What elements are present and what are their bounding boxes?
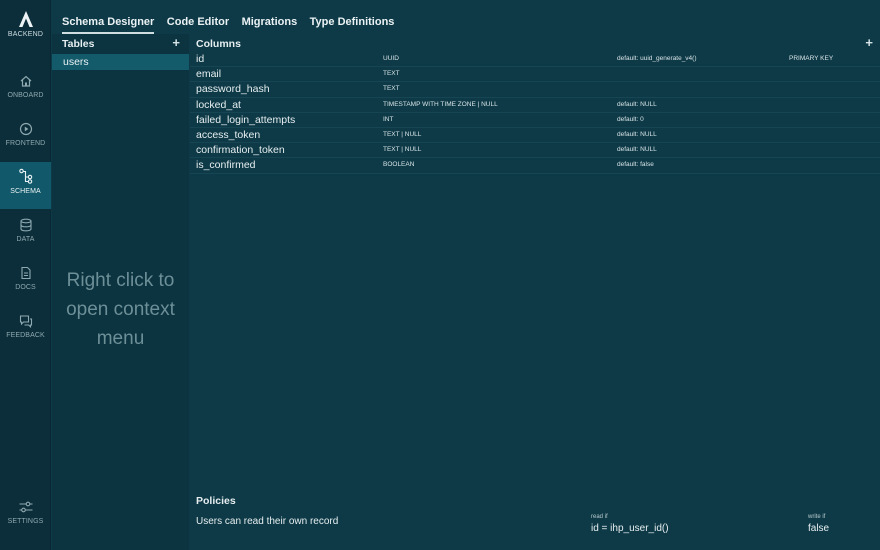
home-icon [20, 75, 31, 87]
nav-item-label: SCHEMA [10, 188, 41, 195]
column-name: is_confirmed [196, 159, 256, 172]
backend-logo[interactable]: BACKEND [0, 8, 51, 38]
column-type: INT [383, 115, 394, 123]
column-name: confirmation_token [196, 144, 285, 157]
tab-type-definitions[interactable]: Type Definitions [310, 16, 395, 32]
tab-schema-designer[interactable]: Schema Designer [62, 16, 155, 34]
document-icon [20, 266, 31, 280]
column-type: UUID [383, 55, 399, 62]
column-type: TEXT | NULL [383, 146, 422, 154]
column-row[interactable]: locked_at TIMESTAMP WITH TIME ZONE | NUL… [190, 98, 880, 113]
column-name: id [196, 53, 205, 65]
nav-item-label: FRONTEND [5, 140, 46, 147]
nav-item-label: FEEDBACK [6, 332, 45, 339]
tab-code-editor[interactable]: Code Editor [167, 16, 229, 32]
policy-name: Users can read their own record [196, 516, 339, 527]
nav-item-frontend[interactable]: FRONTEND [0, 116, 51, 163]
column-name: access_token [196, 128, 261, 141]
nav-item-label: DATA [16, 236, 35, 243]
column-key: PRIMARY KEY [789, 55, 834, 62]
column-name: email [196, 68, 222, 81]
logo-label: BACKEND [7, 31, 44, 38]
read-if-label: read if [591, 514, 608, 520]
chat-icon [19, 315, 32, 328]
sliders-icon [19, 501, 32, 513]
column-row[interactable]: password_hash TEXT [190, 82, 880, 98]
column-default: default: NULL [617, 146, 657, 154]
column-row[interactable]: is_confirmed BOOLEAN default: false [190, 158, 880, 174]
tables-header: Tables + [52, 34, 189, 52]
column-type: TIMESTAMP WITH TIME ZONE | NULL [383, 100, 498, 108]
column-row[interactable]: id UUID default: uuid_generate_v4() PRIM… [190, 52, 880, 68]
nav-item-label: ONBOARD [7, 92, 44, 99]
column-row[interactable]: failed_login_attempts INT default: 0 [190, 113, 880, 128]
columns-list: id UUID default: uuid_generate_v4() PRIM… [190, 52, 880, 174]
lambda-logo-icon [18, 11, 33, 27]
nav-item-feedback[interactable]: FEEDBACK [0, 308, 51, 355]
database-icon [19, 218, 32, 232]
editor-tabs: Schema Designer Code Editor Migrations T… [62, 12, 402, 34]
tab-migrations[interactable]: Migrations [242, 16, 298, 32]
add-column-button[interactable]: + [865, 35, 873, 50]
column-name: failed_login_attempts [196, 113, 296, 126]
column-row[interactable]: access_token TEXT | NULL default: NULL [190, 128, 880, 144]
column-type: BOOLEAN [383, 161, 415, 169]
column-type: TEXT | NULL [383, 130, 422, 138]
column-default: default: 0 [617, 115, 644, 123]
columns-header: Columns + [190, 34, 880, 52]
schema-icon [18, 168, 32, 184]
read-if-expression: id = ihp_user_id() [591, 523, 669, 534]
column-row[interactable]: email TEXT [190, 67, 880, 83]
column-default: default: NULL [617, 130, 657, 138]
nav-item-schema[interactable]: SCHEMA [0, 162, 51, 209]
add-table-button[interactable]: + [172, 35, 180, 50]
column-type: TEXT [383, 70, 400, 78]
column-row[interactable]: confirmation_token TEXT | NULL default: … [190, 143, 880, 159]
column-default: default: false [617, 161, 654, 169]
context-menu-hint: Right click to open context menu [66, 270, 175, 349]
write-if-label: write if [808, 514, 826, 520]
nav-item-label: SETTINGS [7, 518, 44, 525]
tables-title: Tables [62, 38, 95, 50]
nav-item-data[interactable]: DATA [0, 212, 51, 259]
policies-section: Policies Users can read their own record… [190, 490, 880, 550]
policies-title: Policies [196, 495, 236, 507]
nav-rail: BACKEND ONBOARD FRONTEND SCHEMA DATA DOC… [0, 0, 51, 550]
nav-item-onboard[interactable]: ONBOARD [0, 68, 51, 115]
play-icon [19, 122, 32, 136]
nav-item-settings[interactable]: SETTINGS [0, 494, 51, 541]
table-item-users[interactable]: users [52, 54, 189, 70]
tables-panel: Tables + users Right click to open conte… [52, 34, 189, 550]
column-type: TEXT [383, 85, 400, 93]
columns-title: Columns [196, 38, 241, 50]
column-name: password_hash [196, 83, 270, 96]
columns-panel: Columns + id UUID default: uuid_generate… [190, 34, 880, 550]
write-if-expression: false [808, 523, 830, 534]
column-default: default: NULL [617, 100, 657, 108]
column-name: locked_at [196, 98, 241, 111]
nav-item-label: DOCS [15, 284, 36, 291]
nav-item-docs[interactable]: DOCS [0, 260, 51, 307]
column-default: default: uuid_generate_v4() [617, 55, 697, 62]
